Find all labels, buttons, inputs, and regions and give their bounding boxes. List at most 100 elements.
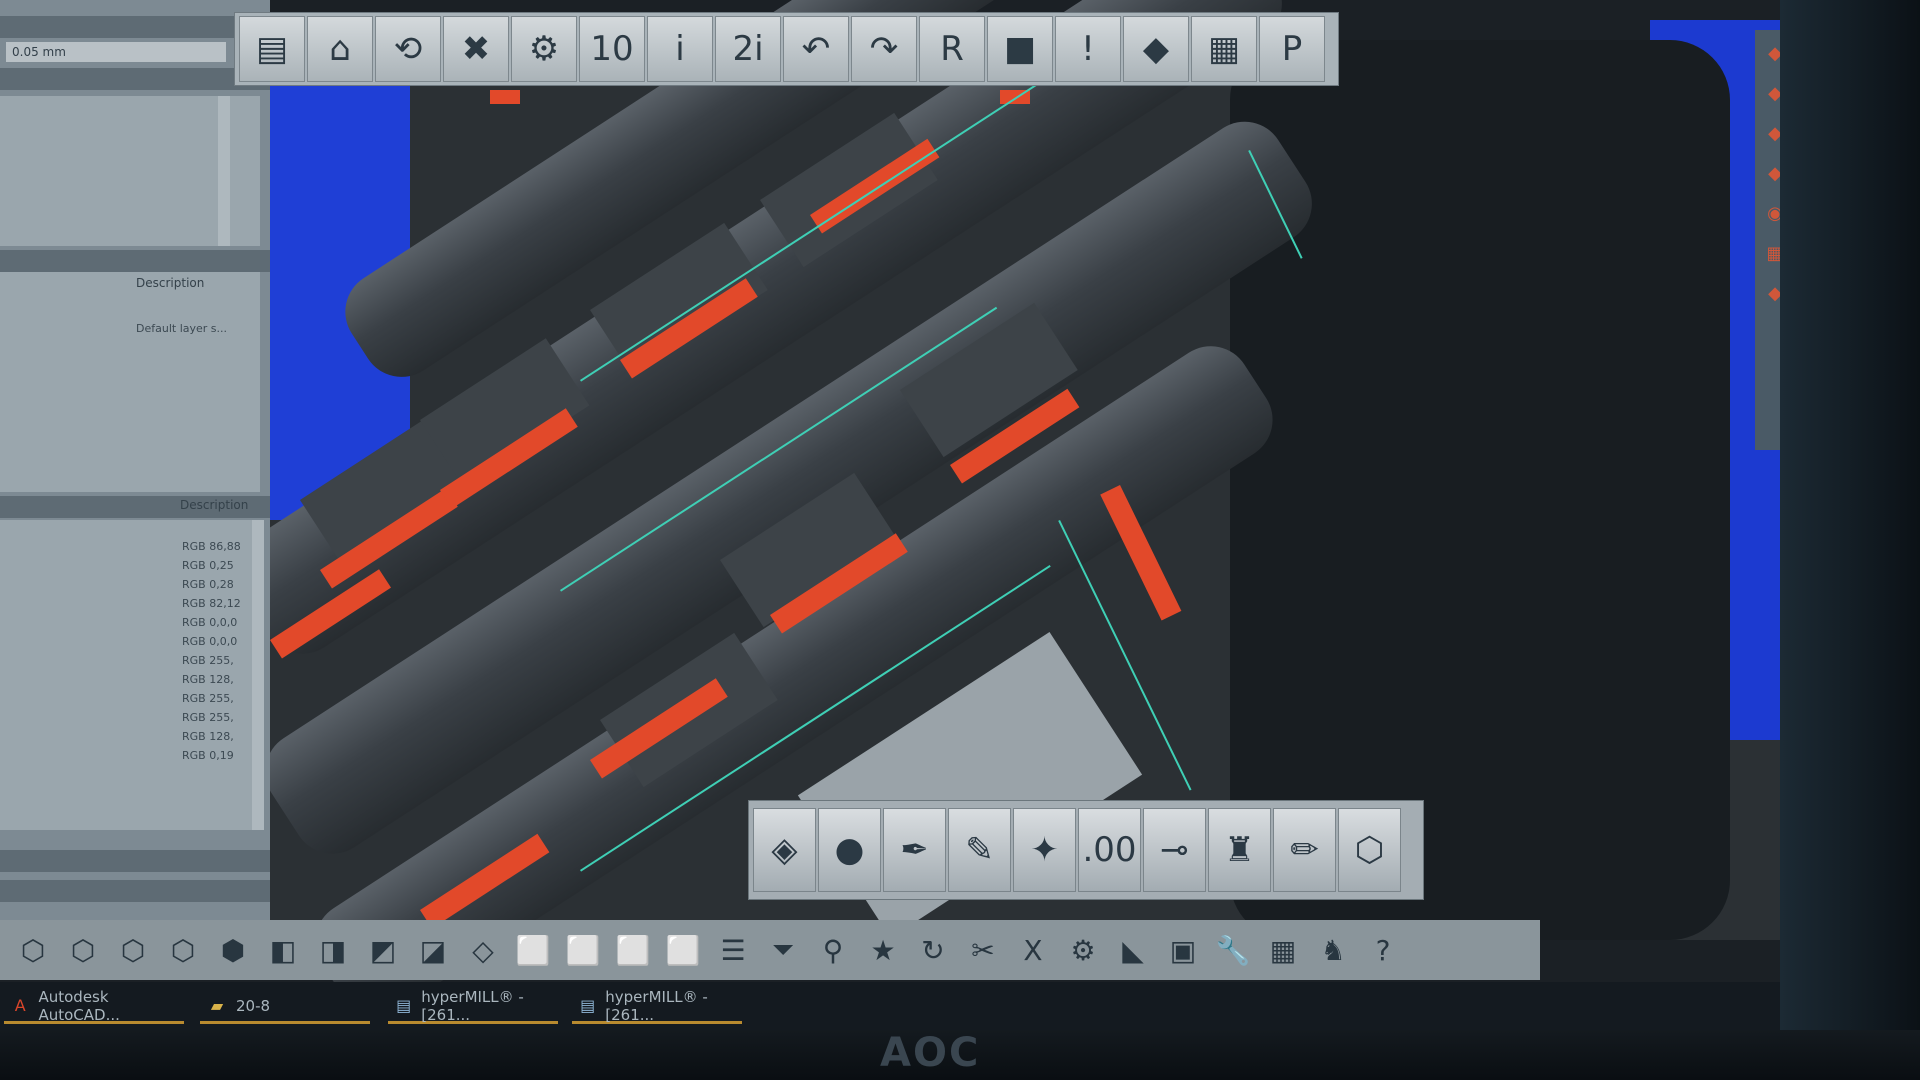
material-row[interactable]: RGB 0,28 [182,578,234,591]
house-icon[interactable]: ⌂ [307,16,373,82]
gear-icon[interactable]: ⚙ [511,16,577,82]
rs-tool-2-icon[interactable]: ◆ [1761,76,1780,110]
pencil-icon[interactable]: ✏ [1273,808,1336,892]
rotate-tool-icon[interactable]: ⟲ [375,16,441,82]
tolerance-field[interactable]: 0.05 mm [6,42,226,62]
view-bottom-icon[interactable]: ⬜ [560,926,606,974]
red-insert [490,90,520,104]
settings-icon[interactable]: ⚙ [1060,926,1106,974]
column-header-description[interactable]: Description [136,276,204,290]
material-row[interactable]: RGB 255, [182,692,234,705]
point-icon[interactable]: ⊸ [1143,808,1206,892]
panel-header [0,880,270,902]
material-row[interactable]: RGB 128, [182,730,234,743]
material-row[interactable]: RGB 0,0,0 [182,616,237,629]
monitor-bezel-right [1780,0,1920,1080]
speed-gauge-icon[interactable]: 10 [579,16,645,82]
star-pointer-icon[interactable]: ✦ [1013,808,1076,892]
machine-icon[interactable]: ◆ [1123,16,1189,82]
view-top-icon[interactable]: ⬜ [510,926,556,974]
material-row[interactable]: RGB 0,0,0 [182,635,237,648]
task-hypermill-1-icon: ▤ [396,996,412,1015]
task-hypermill-2-label: hyperMILL® - [261... [605,987,708,1024]
funnel-icon[interactable]: ⏷ [760,926,806,974]
dimension-icon[interactable]: .00 [1078,808,1141,892]
task-folder-label: 20-8 [236,996,271,1015]
brush-icon[interactable]: ✎ [948,808,1011,892]
view-iso-4-icon[interactable]: ⬡ [160,926,206,974]
list-icon[interactable]: ☰ [710,926,756,974]
layers-panel[interactable] [0,272,260,492]
monitor-brand-logo: AOC [880,1030,981,1076]
rs-tool-4-icon[interactable]: ◆ [1761,156,1780,190]
view-cube-2-icon[interactable]: ⬜ [660,926,706,974]
material-row[interactable]: RGB 255, [182,711,234,724]
task-folder[interactable]: ▰ 20-8 [200,990,370,1024]
view-left-icon[interactable]: ◩ [360,926,406,974]
rs-tool-7-icon[interactable]: ◆ [1761,276,1780,310]
wireframe-icon[interactable]: ⬡ [1338,808,1401,892]
filter-r-icon[interactable]: R [919,16,985,82]
stock-box-icon[interactable]: ■ [987,16,1053,82]
view-iso-3-icon[interactable]: ⬡ [110,926,156,974]
task-hypermill-1[interactable]: ▤ hyperMILL® - [261... [388,987,558,1024]
warning-icon[interactable]: ! [1055,16,1121,82]
task-hypermill-1-label: hyperMILL® - [261... [421,987,524,1024]
task-autocad[interactable]: A Autodesk AutoCAD... [4,987,184,1024]
postprocessor-icon[interactable]: P [1259,16,1325,82]
help-icon[interactable]: ? [1360,926,1406,974]
view-iso-1-icon[interactable]: ⬡ [10,926,56,974]
material-row[interactable]: RGB 86,88 [182,540,241,553]
task-hypermill-2[interactable]: ▤ hyperMILL® - [261... [572,987,742,1024]
scrollbar[interactable] [252,520,264,830]
task-autocad-label: Autodesk AutoCAD... [38,987,120,1024]
grid-icon[interactable]: ▦ [1260,926,1306,974]
scrollbar[interactable] [218,96,230,246]
right-toolstrip: ◆ ◆ ◆ ◆ ◉ ▦ ◆ [1755,30,1780,450]
main-toolbar: ▤ ⌂ ⟲ ✖ ⚙ 10 i 2i ↶ ↷ R ■! ◆ ▦ P [234,12,1339,86]
table-icon[interactable]: ▦ [1191,16,1257,82]
panel-header [0,850,270,872]
delete-feature-icon[interactable]: ✖ [443,16,509,82]
view-shaded-icon[interactable]: ⬢ [210,926,256,974]
machine-tool-icon[interactable]: ▣ [1160,926,1206,974]
surface-icon[interactable]: ◣ [1110,926,1156,974]
rs-tool-5-icon[interactable]: ◉ [1761,196,1780,230]
material-row[interactable]: RGB 82,12 [182,597,241,610]
paint-bucket-icon[interactable]: ♜ [1208,808,1271,892]
panel-header [0,16,270,38]
material-row[interactable]: RGB 255, [182,654,234,667]
location-pin-icon[interactable]: ⚲ [810,926,856,974]
redo-icon[interactable]: ↷ [851,16,917,82]
view-front-icon[interactable]: ◧ [260,926,306,974]
new-file-icon[interactable]: ▤ [239,16,305,82]
undo-icon[interactable]: ↶ [783,16,849,82]
material-row[interactable]: RGB 0,19 [182,749,234,762]
refresh-icon[interactable]: ↻ [910,926,956,974]
rs-tool-1-icon[interactable]: ◆ [1761,36,1780,70]
wrench-icon[interactable]: 🔧 [1210,926,1256,974]
robot-icon[interactable]: ♞ [1310,926,1356,974]
star-list-icon[interactable]: ★ [860,926,906,974]
layers-icon[interactable]: ◈ [753,808,816,892]
taskbar: A Autodesk AutoCAD... ▰ 20-8 ▤ hyperMILL® - [… [0,982,1780,1030]
view-right-icon[interactable]: ◪ [410,926,456,974]
material-row[interactable]: RGB 0,25 [182,559,234,572]
view-toolbar: ⬡ ⬡ ⬡ ⬡ ⬢ ◧ ◨ ◩ ◪ ◇ ⬜ ⬜ ⬜ ⬜ ☰ ⏷ ⚲ ★ ↻ ✂ X ⚙ ◣ ▣ 🔧 ▦ ♞? [0,920,1540,980]
layer-row[interactable]: Default layer s... [136,322,227,335]
cut-tool-icon[interactable]: ✂ [960,926,1006,974]
view-cube-1-icon[interactable]: ⬜ [610,926,656,974]
pen-nib-icon[interactable]: ✒ [883,808,946,892]
info-2-icon[interactable]: 2i [715,16,781,82]
view-wire-icon[interactable]: ◇ [460,926,506,974]
left-panel: 0.05 mm Description Default layer s... D… [0,0,270,930]
color-palette-icon[interactable]: ● [818,808,881,892]
view-back-icon[interactable]: ◨ [310,926,356,974]
view-iso-2-icon[interactable]: ⬡ [60,926,106,974]
material-row[interactable]: RGB 128, [182,673,234,686]
rs-tool-3-icon[interactable]: ◆ [1761,116,1780,150]
rs-tool-6-icon[interactable]: ▦ [1761,236,1780,270]
excel-export-icon[interactable]: X [1010,926,1056,974]
column-header-description[interactable]: Description [180,498,248,512]
info-icon[interactable]: i [647,16,713,82]
